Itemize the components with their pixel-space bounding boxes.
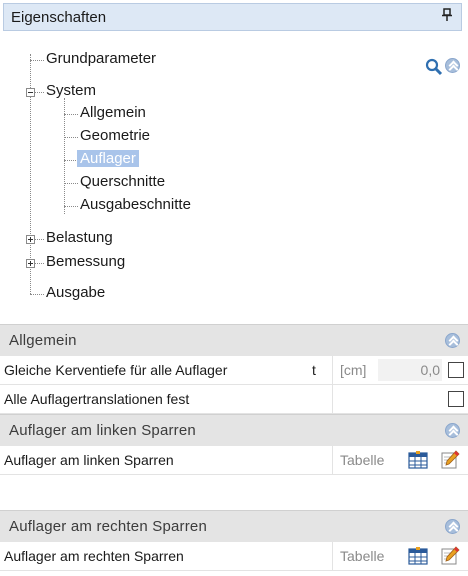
kerventiefe-checkbox[interactable]: [448, 362, 464, 378]
tree-item-querschnitte[interactable]: Querschnitte: [80, 173, 165, 190]
kerventiefe-value: 0,0: [420, 362, 440, 378]
pin-icon[interactable]: [441, 8, 453, 26]
collapse-all-icon[interactable]: [445, 58, 460, 73]
section-header-linker-sparren[interactable]: Auflager am linken Sparren: [0, 414, 468, 446]
section-header-rechter-sparren[interactable]: Auflager am rechten Sparren: [0, 510, 468, 542]
property-label: Auflager am rechten Sparren: [4, 548, 184, 564]
table-mode-label: Tabelle: [340, 548, 385, 564]
property-row: Gleiche Kerventiefe für alle Auflager t …: [0, 356, 468, 385]
navigation-tree: Grundparameter System Allgemein Geometri…: [0, 34, 468, 316]
tree-item-belastung[interactable]: Belastung: [46, 229, 113, 246]
property-row: Alle Auflagertranslationen fest: [0, 385, 468, 414]
tree-item-ausgabeschnitte[interactable]: Ausgabeschnitte: [80, 196, 191, 213]
table-icon[interactable]: [408, 451, 428, 469]
collapse-tree-icon[interactable]: [26, 88, 35, 97]
tree-item-grundparameter[interactable]: Grundparameter: [46, 50, 156, 67]
unit-label: [cm]: [340, 362, 367, 378]
property-row: Auflager am rechten Sparren Tabelle: [0, 542, 468, 571]
tree-item-geometrie[interactable]: Geometrie: [80, 127, 150, 144]
property-label: Gleiche Kerventiefe für alle Auflager: [4, 362, 228, 378]
collapse-section-icon[interactable]: [445, 519, 460, 534]
section-title: Auflager am rechten Sparren: [9, 518, 208, 535]
expand-tree-icon[interactable]: [26, 259, 35, 268]
collapse-section-icon[interactable]: [445, 333, 460, 348]
properties-panel-header: Eigenschaften: [3, 3, 462, 31]
property-label: Auflager am linken Sparren: [4, 452, 174, 468]
collapse-section-icon[interactable]: [445, 423, 460, 438]
section-header-allgemein[interactable]: Allgemein: [0, 324, 468, 356]
search-icon[interactable]: [425, 58, 443, 80]
expand-tree-icon[interactable]: [26, 235, 35, 244]
tree-item-bemessung[interactable]: Bemessung: [46, 253, 125, 270]
kerventiefe-input-field[interactable]: 0,0: [378, 359, 442, 381]
property-symbol: t: [312, 362, 316, 378]
property-row: Auflager am linken Sparren Tabelle: [0, 446, 468, 475]
tree-item-system[interactable]: System: [46, 82, 96, 99]
tree-item-allgemein[interactable]: Allgemein: [80, 104, 146, 121]
edit-icon[interactable]: [440, 546, 460, 566]
section-title: Auflager am linken Sparren: [9, 422, 196, 439]
property-label: Alle Auflagertranslationen fest: [4, 391, 190, 407]
panel-title: Eigenschaften: [11, 9, 107, 26]
translation-fixed-checkbox[interactable]: [448, 391, 464, 407]
table-icon[interactable]: [408, 547, 428, 565]
table-mode-label: Tabelle: [340, 452, 385, 468]
tree-item-auflager[interactable]: Auflager: [77, 150, 139, 167]
section-title: Allgemein: [9, 332, 77, 349]
tree-item-ausgabe[interactable]: Ausgabe: [46, 284, 105, 301]
edit-icon[interactable]: [440, 450, 460, 470]
